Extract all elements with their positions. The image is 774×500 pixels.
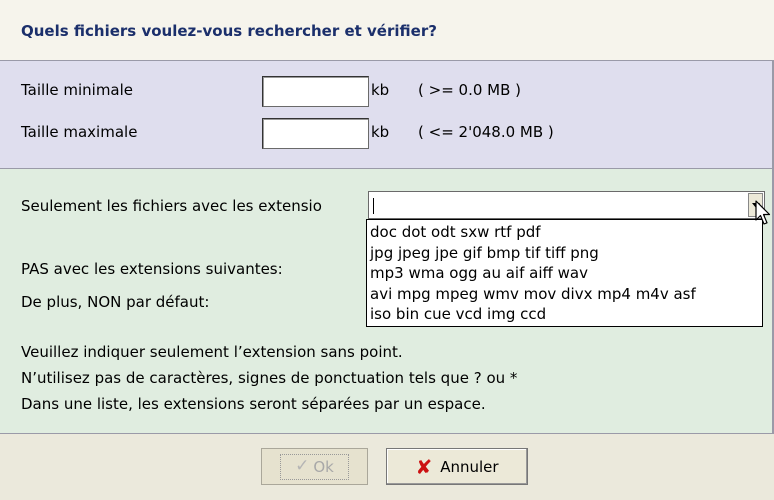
exclude-extensions-label: PAS avec les extensions suivantes: xyxy=(21,260,283,278)
ok-button[interactable]: ✓ Ok xyxy=(261,448,368,485)
cancel-button[interactable]: ✘ Annuler xyxy=(386,448,528,485)
max-size-input[interactable] xyxy=(262,118,369,149)
only-extensions-label: Seulement les fichiers avec les extensio xyxy=(21,197,322,215)
extensions-dropdown-list: doc dot odt sxw rtf pdf jpg jpeg jpe gif… xyxy=(366,219,763,327)
dialog-title: Quels fichiers voulez-vous rechercher et… xyxy=(21,22,437,40)
dropdown-option-disc-images[interactable]: iso bin cue vcd img ccd xyxy=(367,304,762,325)
max-size-unit: kb xyxy=(371,123,390,141)
check-icon: ✓ xyxy=(295,456,310,476)
min-size-label: Taille minimale xyxy=(21,81,134,99)
text-caret xyxy=(373,198,374,214)
dropdown-option-audio[interactable]: mp3 wma ogg au aif aiff wav xyxy=(367,263,762,284)
mouse-pointer-icon xyxy=(755,200,771,225)
dropdown-option-documents[interactable]: doc dot odt sxw rtf pdf xyxy=(367,222,762,243)
ok-button-label: Ok xyxy=(313,457,334,476)
cancel-button-label: Annuler xyxy=(440,457,499,476)
max-size-label: Taille maximale xyxy=(21,123,138,141)
dropdown-option-images[interactable]: jpg jpeg jpe gif bmp tif tiff png xyxy=(367,243,762,264)
min-size-unit: kb xyxy=(371,81,390,99)
help-line-2: N’utilisez pas de caractères, signes de … xyxy=(21,369,518,387)
help-line-1: Veuillez indiquer seulement l’extension … xyxy=(21,343,403,361)
max-size-hint: ( <= 2'048.0 MB ) xyxy=(418,123,554,141)
dropdown-option-video[interactable]: avi mpg mpeg wmv mov divx mp4 m4v asf xyxy=(367,284,762,305)
size-section: Taille minimale kb ( >= 0.0 MB ) Taille … xyxy=(0,60,774,169)
default-exclude-label: De plus, NON par défaut: xyxy=(21,293,210,311)
x-icon: ✘ xyxy=(415,454,433,479)
min-size-input[interactable] xyxy=(262,76,369,107)
only-extensions-combobox[interactable] xyxy=(368,191,765,219)
min-size-hint: ( >= 0.0 MB ) xyxy=(418,81,522,99)
dialog-header: Quels fichiers voulez-vous rechercher et… xyxy=(0,0,774,60)
help-line-3: Dans une liste, les extensions seront sé… xyxy=(21,395,486,413)
